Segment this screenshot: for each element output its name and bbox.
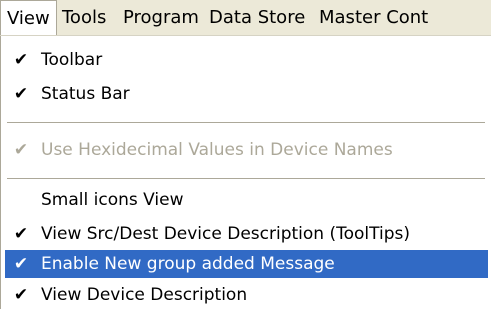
menu-separator <box>7 122 485 124</box>
menu-item-view-device-description[interactable]: ✔ View Device Description <box>5 281 488 309</box>
checkmark-icon: ✔ <box>13 84 29 104</box>
menu-tools[interactable]: Tools <box>56 0 112 35</box>
menu-item-label: Toolbar <box>41 50 103 70</box>
menu-item-label: View Src/Dest Device Description (ToolTi… <box>41 224 410 244</box>
menu-bar: View Tools Program Data Store Master Con… <box>0 0 491 36</box>
menu-item-label: Use Hexidecimal Values in Device Names <box>41 140 393 160</box>
menu-item-view-src-dest-description[interactable]: ✔ View Src/Dest Device Description (Tool… <box>5 220 488 248</box>
checkmark-icon: ✔ <box>13 50 29 70</box>
application-window: View Tools Program Data Store Master Con… <box>0 0 491 309</box>
menu-item-status-bar[interactable]: ✔ Status Bar <box>5 80 488 108</box>
menu-item-enable-new-group-message[interactable]: ✔ Enable New group added Message <box>5 250 488 278</box>
view-menu-dropdown: ✔ Toolbar ✔ Status Bar ✔ Use Hexidecimal… <box>0 36 491 309</box>
menu-separator <box>7 178 485 180</box>
menu-item-toolbar[interactable]: ✔ Toolbar <box>5 46 488 74</box>
menu-item-use-hexadecimal-values: ✔ Use Hexidecimal Values in Device Names <box>5 136 488 164</box>
menu-item-small-icons-view[interactable]: Small icons View <box>5 186 488 214</box>
menu-program[interactable]: Program <box>117 0 205 35</box>
checkmark-icon: ✔ <box>13 224 29 244</box>
checkmark-icon: ✔ <box>13 140 29 160</box>
menu-item-label: View Device Description <box>41 285 248 305</box>
menu-view[interactable]: View <box>0 0 57 35</box>
menu-item-label: Small icons View <box>41 190 184 210</box>
menu-data-store[interactable]: Data Store <box>203 0 311 35</box>
menu-item-label: Enable New group added Message <box>41 254 335 274</box>
menu-master-control[interactable]: Master Cont <box>313 0 434 35</box>
checkmark-icon: ✔ <box>13 285 29 305</box>
checkmark-icon: ✔ <box>13 254 29 274</box>
menu-item-label: Status Bar <box>41 84 130 104</box>
